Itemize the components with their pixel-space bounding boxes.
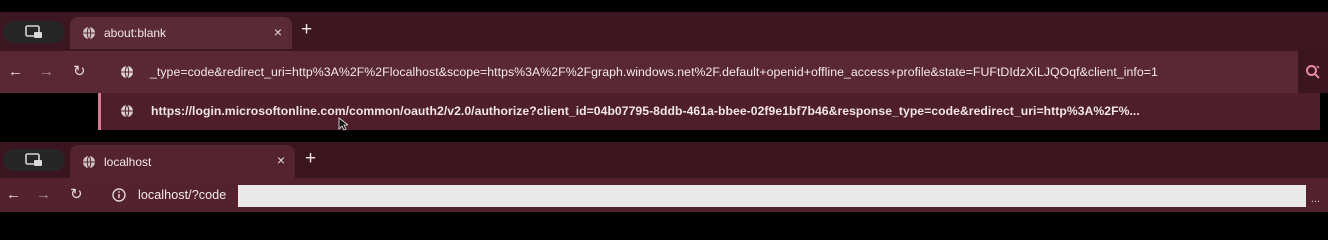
suggestion-url: https://login.microsoftonline.com/common… (151, 104, 1140, 118)
browser-window-1: about:blank × + ← → ↻ _type=code&redirec… (0, 12, 1328, 130)
tab-title: about:blank (104, 26, 167, 40)
new-tab-button[interactable]: + (301, 19, 312, 41)
omnibox-suggestion[interactable]: https://login.microsoftonline.com/common… (98, 93, 1320, 130)
tab-overview-icon (25, 25, 42, 38)
back-icon[interactable]: ← (8, 63, 23, 80)
close-tab-icon[interactable]: × (274, 24, 282, 40)
toolbar: ← → ↻ _type=code&redirect_uri=http%3A%2F… (0, 51, 1328, 93)
globe-icon (83, 155, 95, 168)
new-tab-button[interactable]: + (305, 148, 316, 170)
info-icon[interactable] (112, 188, 126, 202)
url-ellipsis: ... (1310, 193, 1320, 205)
tab-bar: about:blank × + (0, 12, 1328, 51)
mouse-cursor-icon (338, 117, 348, 131)
tab-bar: localhost × + (0, 142, 1328, 178)
globe-icon (121, 104, 133, 118)
search-button[interactable] (1298, 51, 1328, 93)
search-icon (1306, 65, 1320, 79)
globe-icon (121, 65, 133, 79)
tab-title: localhost (104, 154, 152, 169)
reload-icon[interactable]: ↻ (73, 62, 86, 80)
address-bar-input[interactable]: _type=code&redirect_uri=http%3A%2F%2Floc… (150, 65, 1158, 79)
tab-about-blank[interactable]: about:blank × (70, 17, 292, 49)
suggestion-highlight (98, 93, 101, 130)
address-bar-input[interactable]: localhost/?code (138, 188, 226, 202)
forward-icon[interactable]: → (39, 63, 54, 80)
back-icon[interactable]: ← (6, 186, 21, 203)
close-tab-icon[interactable]: × (277, 152, 285, 168)
globe-icon (83, 26, 95, 40)
toolbar: ← → ↻ localhost/?code ... (0, 178, 1328, 212)
forward-icon[interactable]: → (36, 186, 51, 203)
redacted-url-overlay (238, 185, 1306, 207)
tab-overview-button[interactable] (3, 21, 65, 43)
reload-icon[interactable]: ↻ (70, 185, 83, 203)
browser-window-2: localhost × + ← → ↻ localhost/?code ... (0, 142, 1328, 212)
tab-localhost[interactable]: localhost × (70, 145, 295, 178)
tab-overview-icon (25, 153, 42, 166)
tab-overview-button[interactable] (3, 149, 65, 171)
